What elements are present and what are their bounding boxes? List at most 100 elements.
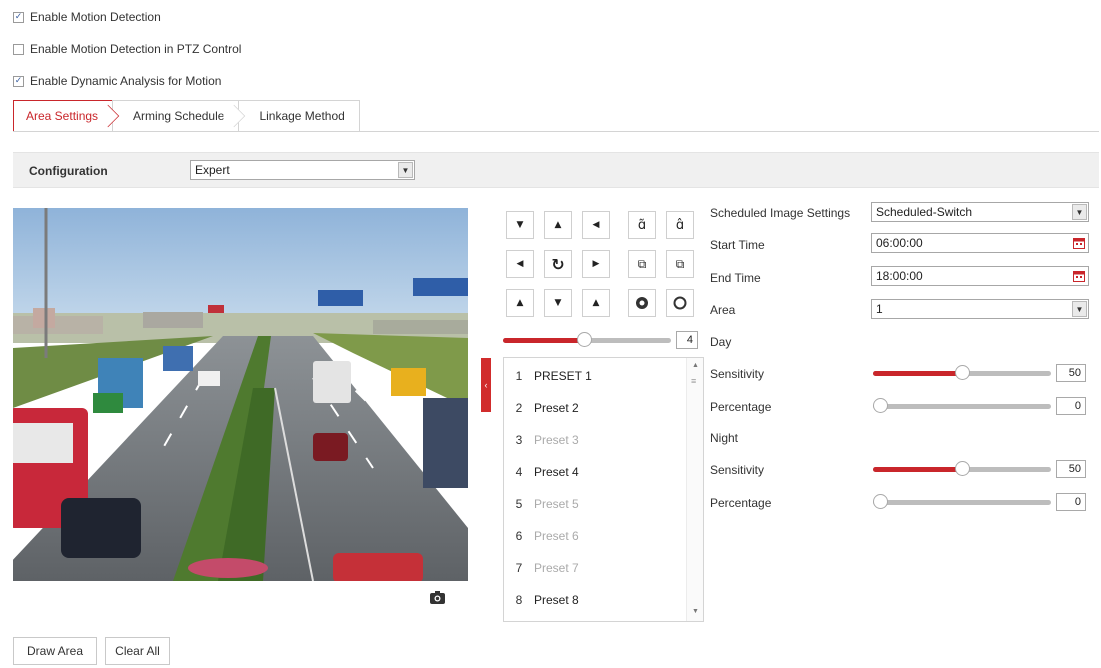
- ptz-up-left-button[interactable]: ▼: [506, 211, 534, 239]
- area-label: Area: [710, 303, 736, 317]
- enable-motion-detection-label: Enable Motion Detection: [30, 10, 161, 24]
- end-time-value: 18:00:00: [876, 269, 923, 283]
- ptz-speed-value[interactable]: 4: [676, 331, 698, 349]
- focus-near-button[interactable]: ⧉: [628, 250, 656, 278]
- focus-far-button[interactable]: ⧉: [666, 250, 694, 278]
- preset-item[interactable]: 7 Preset 7: [504, 552, 684, 584]
- day-sensitivity-slider[interactable]: [873, 365, 1051, 380]
- tab-arming-schedule-label: Arming Schedule: [133, 109, 225, 123]
- arrow-up-icon: ▲: [554, 220, 562, 230]
- preset-number: 3: [515, 433, 523, 447]
- night-sensitivity-slider[interactable]: [873, 461, 1051, 476]
- tab-linkage-method-label: Linkage Method: [259, 109, 345, 123]
- area-select[interactable]: 1 ▼: [871, 299, 1089, 319]
- video-preview[interactable]: [13, 208, 468, 581]
- end-time-label: End Time: [710, 271, 761, 285]
- focus-far-icon: ⧉: [675, 256, 685, 271]
- preset-list: 1 PRESET 1 2 Preset 2 3 Preset 3 4 Preset 4 …: [503, 357, 704, 622]
- chevron-down-icon: ▼: [398, 162, 413, 178]
- night-percentage-slider-knob[interactable]: [873, 494, 888, 509]
- camera-snapshot-icon[interactable]: [430, 591, 445, 604]
- scheduled-image-settings-value: Scheduled-Switch: [876, 205, 973, 219]
- checkbox-unchecked-icon: [13, 43, 24, 55]
- preset-number: 7: [515, 561, 523, 575]
- tab-arming-schedule[interactable]: Arming Schedule: [112, 100, 246, 132]
- preset-item[interactable]: 1 PRESET 1: [504, 360, 684, 392]
- day-percentage-value[interactable]: 0: [1056, 397, 1086, 415]
- arrow-left-icon: ◀: [516, 259, 524, 269]
- preset-item[interactable]: 4 Preset 4: [504, 456, 684, 488]
- ptz-speed-slider-knob[interactable]: [576, 332, 592, 347]
- tab-area-settings[interactable]: Area Settings: [13, 100, 120, 132]
- calendar-icon[interactable]: [1073, 270, 1085, 282]
- checkbox-checked-icon: ✓: [13, 11, 24, 23]
- night-percentage-slider[interactable]: [873, 494, 1051, 509]
- night-sensitivity-slider-knob[interactable]: [955, 461, 970, 476]
- end-time-field[interactable]: 18:00:00: [871, 266, 1089, 286]
- iris-close-button[interactable]: [666, 289, 694, 317]
- iris-close-icon: [673, 296, 687, 310]
- preset-number: 8: [515, 593, 523, 607]
- zoom-out-icon: ɑ̂: [675, 217, 685, 233]
- night-sensitivity-label: Sensitivity: [710, 463, 765, 477]
- ptz-down-button[interactable]: ▼: [544, 289, 572, 317]
- iris-open-icon: [636, 297, 648, 309]
- day-sensitivity-value[interactable]: 50: [1056, 364, 1086, 382]
- start-time-value: 06:00:00: [876, 236, 923, 250]
- night-sensitivity-value[interactable]: 50: [1056, 460, 1086, 478]
- ptz-down-left-button[interactable]: ▲: [506, 289, 534, 317]
- configuration-select[interactable]: Expert ▼: [190, 160, 415, 180]
- scheduled-image-settings-select[interactable]: Scheduled-Switch ▼: [871, 202, 1089, 222]
- tab-linkage-method[interactable]: Linkage Method: [238, 100, 360, 132]
- zoom-in-button[interactable]: ɑ̃: [628, 211, 656, 239]
- calendar-icon[interactable]: [1073, 237, 1085, 249]
- preset-item[interactable]: 2 Preset 2: [504, 392, 684, 424]
- preset-name: Preset 3: [534, 433, 579, 447]
- day-percentage-slider-knob[interactable]: [873, 398, 888, 413]
- day-heading: Day: [710, 335, 732, 349]
- ptz-auto-pan-button[interactable]: ↻: [544, 250, 572, 278]
- night-percentage-label: Percentage: [710, 496, 772, 510]
- draw-area-button[interactable]: Draw Area: [13, 637, 97, 665]
- chevron-left-icon: ‹: [484, 380, 488, 390]
- preset-item[interactable]: 8 Preset 8: [504, 584, 684, 616]
- ptz-speed-slider[interactable]: [503, 332, 671, 347]
- enable-motion-detection-checkbox[interactable]: ✓ Enable Motion Detection: [13, 10, 161, 24]
- preset-item[interactable]: 3 Preset 3: [504, 424, 684, 456]
- preset-item[interactable]: 6 Preset 6: [504, 520, 684, 552]
- scroll-up-icon[interactable]: ▲: [692, 362, 699, 369]
- scroll-down-icon[interactable]: ▼: [692, 608, 699, 615]
- configuration-label: Configuration: [29, 164, 108, 178]
- preset-item[interactable]: 5 Preset 5: [504, 488, 684, 520]
- night-sensitivity-slider-fill: [873, 467, 962, 472]
- configuration-bar: Configuration Expert ▼: [13, 152, 1099, 188]
- day-sensitivity-slider-fill: [873, 371, 962, 376]
- preset-list-scrollbar[interactable]: ▲ ≡ ▼: [686, 358, 703, 621]
- scheduled-image-settings-label: Scheduled Image Settings: [710, 206, 851, 220]
- ptz-down-right-button[interactable]: ▲: [582, 289, 610, 317]
- start-time-label: Start Time: [710, 238, 765, 252]
- zoom-out-button[interactable]: ɑ̂: [666, 211, 694, 239]
- ptz-up-right-button[interactable]: ◀: [582, 211, 610, 239]
- start-time-field[interactable]: 06:00:00: [871, 233, 1089, 253]
- iris-open-button[interactable]: [628, 289, 656, 317]
- clear-all-button[interactable]: Clear All: [105, 637, 170, 665]
- day-percentage-slider[interactable]: [873, 398, 1051, 413]
- tab-divider: [13, 131, 1099, 132]
- night-percentage-value[interactable]: 0: [1056, 493, 1086, 511]
- ptz-up-button[interactable]: ▲: [544, 211, 572, 239]
- ptz-speed-slider-fill: [503, 338, 584, 343]
- enable-motion-detection-ptz-checkbox[interactable]: Enable Motion Detection in PTZ Control: [13, 42, 241, 56]
- arrow-down-right-icon: ▲: [592, 298, 600, 308]
- focus-near-icon: ⧉: [637, 256, 647, 271]
- collapse-panel-button[interactable]: ‹: [481, 358, 491, 412]
- preset-number: 1: [515, 369, 523, 383]
- day-sensitivity-slider-knob[interactable]: [955, 365, 970, 380]
- enable-dynamic-analysis-checkbox[interactable]: ✓ Enable Dynamic Analysis for Motion: [13, 74, 221, 88]
- arrow-down-icon: ▼: [554, 298, 562, 308]
- ptz-left-button[interactable]: ◀: [506, 250, 534, 278]
- enable-dynamic-analysis-label: Enable Dynamic Analysis for Motion: [30, 74, 222, 88]
- ptz-right-button[interactable]: ▶: [582, 250, 610, 278]
- preset-name: Preset 6: [534, 529, 579, 543]
- preset-name: Preset 2: [534, 401, 579, 415]
